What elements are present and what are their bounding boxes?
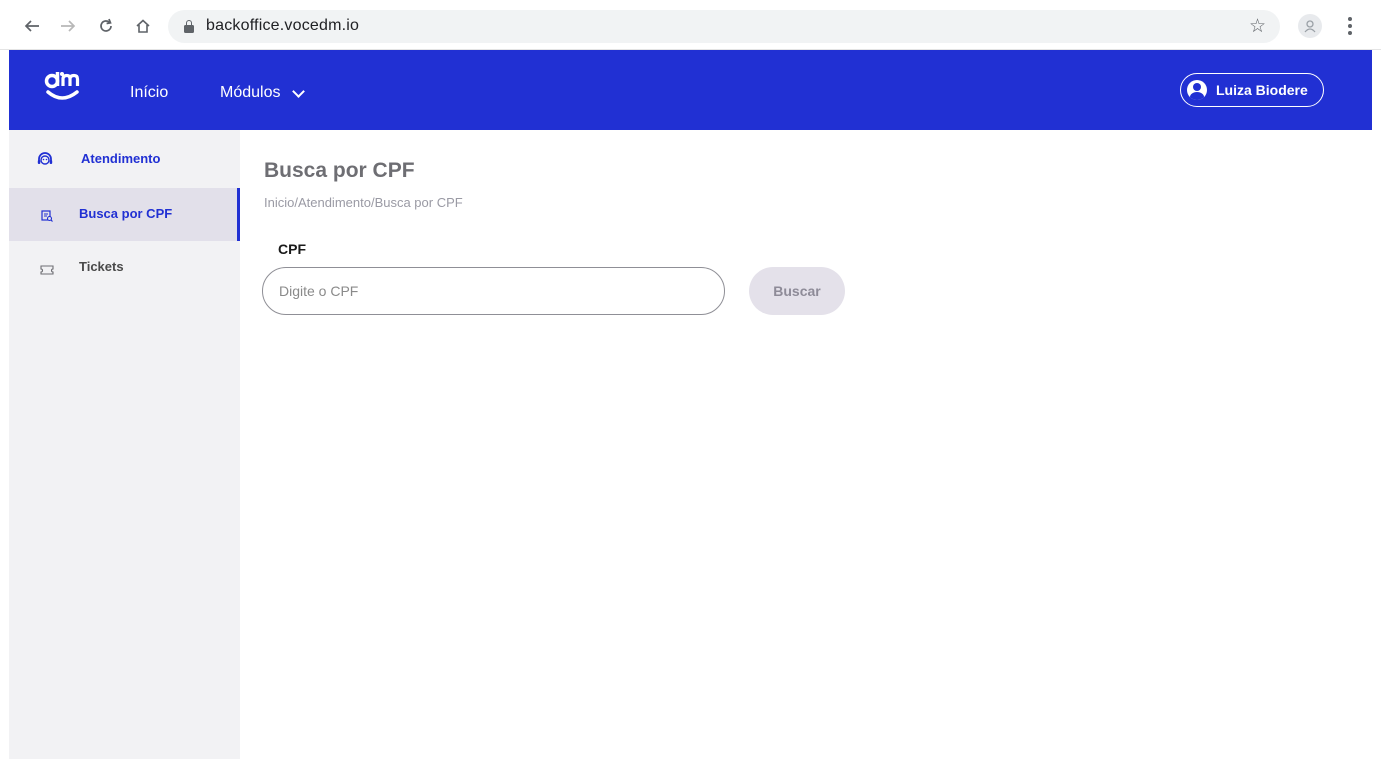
page-title: Busca por CPF [264,159,415,182]
home-icon[interactable] [130,13,156,39]
cpf-label: CPF [278,241,306,257]
ticket-icon [40,263,54,281]
lock-icon [184,20,194,33]
cpf-input[interactable] [262,267,725,315]
forward-arrow-icon[interactable] [55,13,81,39]
sidebar-item-busca-por-cpf[interactable]: Busca por CPF [9,188,240,241]
kebab-menu-icon[interactable] [1340,14,1360,38]
chevron-down-icon [292,84,306,98]
nav-inicio[interactable]: Início [130,84,168,102]
nav-modulos[interactable]: Módulos [220,84,306,102]
search-button[interactable]: Buscar [749,267,845,315]
address-bar[interactable]: backoffice.vocedm.io ☆ [168,10,1280,43]
browser-toolbar: backoffice.vocedm.io ☆ [0,0,1381,50]
sidebar-section-atendimento[interactable]: Atendimento [9,130,240,188]
profile-icon[interactable] [1298,14,1322,38]
dm-logo-icon[interactable] [37,64,87,114]
breadcrumb: Inicio/Atendimento/Busca por CPF [264,195,463,210]
sidebar-item-label: Tickets [79,259,124,274]
user-name: Luiza Biodere [1216,82,1308,98]
url-text: backoffice.vocedm.io [206,17,360,34]
reload-icon[interactable] [93,13,119,39]
app-header: Início Módulos Luiza Biodere [9,50,1372,130]
sidebar-item-label: Busca por CPF [79,206,173,221]
star-icon[interactable]: ☆ [1249,15,1266,38]
user-avatar-icon [1187,80,1207,100]
search-document-icon [41,209,53,227]
sidebar-section-label: Atendimento [81,151,161,166]
headset-icon [36,150,54,173]
sidebar: Atendimento Busca por CPF Tickets [9,130,240,759]
user-menu-button[interactable]: Luiza Biodere [1180,73,1324,107]
sidebar-item-tickets[interactable]: Tickets [9,241,240,294]
nav-modulos-label: Módulos [220,84,281,101]
back-arrow-icon[interactable] [19,13,45,39]
